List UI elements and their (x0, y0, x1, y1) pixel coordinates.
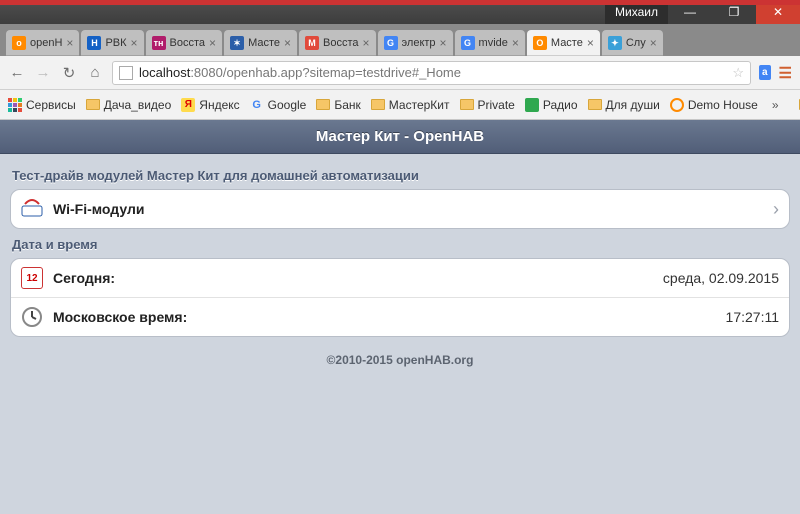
bookmark-star-icon[interactable]: ☆ (732, 65, 744, 81)
tab-favicon: тн (152, 36, 166, 50)
section-title-testdrive: Тест-драйв модулей Мастер Кит для домашн… (10, 160, 790, 189)
bookmark-label: МастерКит (389, 98, 450, 112)
tab-label: электр (402, 37, 436, 49)
openhab-footer: ©2010-2015 openHAB.org (10, 337, 790, 383)
bookmark-item[interactable]: Банк (316, 98, 360, 112)
tab-close-icon[interactable]: × (363, 36, 370, 50)
moscow-time-row: Московское время: 17:27:11 (11, 297, 789, 336)
browser-tab[interactable]: O Масте × (527, 30, 600, 56)
openhab-header: Мастер Кит - OpenHAB (0, 120, 800, 154)
bookmark-label: Для души (606, 98, 660, 112)
today-label: Сегодня: (53, 270, 115, 286)
chrome-menu-button[interactable]: ☰ (779, 64, 792, 82)
bookmark-label: Банк (334, 98, 360, 112)
tab-favicon: ✦ (608, 36, 622, 50)
bookmark-label: Яндекс (199, 98, 239, 112)
tab-favicon: H (87, 36, 101, 50)
tab-close-icon[interactable]: × (131, 36, 138, 50)
tab-favicon: o (12, 36, 26, 50)
tab-label: Слу (626, 37, 646, 49)
bookmarks-overflow[interactable]: » (772, 98, 779, 112)
bookmark-item[interactable]: GGoogle (250, 98, 307, 112)
browser-tab[interactable]: M Восста × (299, 30, 376, 56)
clock-icon (21, 306, 43, 328)
tab-favicon: G (461, 36, 475, 50)
section-title-datetime: Дата и время (10, 229, 790, 258)
today-row: 12 Сегодня: среда, 02.09.2015 (11, 259, 789, 297)
bookmark-item[interactable]: Дача_видео (86, 98, 172, 112)
browser-tab[interactable]: Gmvide × (455, 30, 525, 56)
home-button[interactable]: ⌂ (86, 64, 104, 81)
tab-close-icon[interactable]: × (284, 36, 291, 50)
browser-tab[interactable]: ✦ Слу × (602, 30, 663, 56)
tab-close-icon[interactable]: × (512, 36, 519, 50)
apps-icon (8, 98, 22, 112)
moscow-time-label: Московское время: (53, 309, 187, 325)
bookmark-label: Private (478, 98, 515, 112)
folder-icon (460, 99, 474, 110)
apps-label: Сервисы (26, 98, 76, 112)
url-host: localhost (139, 65, 190, 80)
calendar-icon: 12 (21, 267, 43, 289)
folder-icon (371, 99, 385, 110)
browser-tab[interactable]: ✶ Масте × (224, 30, 297, 56)
tab-favicon: G (384, 36, 398, 50)
browser-tab[interactable]: H РВК × (81, 30, 143, 56)
folder-icon (316, 99, 330, 110)
bookmark-item[interactable]: МастерКит (371, 98, 450, 112)
wifi-module-icon (21, 198, 43, 220)
chevron-right-icon: › (773, 199, 779, 220)
bookmark-label: Google (268, 98, 307, 112)
address-bar[interactable]: localhost:8080/openhab.app?sitemap=testd… (112, 61, 751, 85)
moscow-time-value: 17:27:11 (187, 309, 779, 325)
bookmarks-bar: Сервисы Дача_видео ЯЯндекс GGoogle Банк Маст… (0, 90, 800, 120)
apps-shortcut[interactable]: Сервисы (8, 98, 76, 112)
tab-label: Масте (248, 37, 280, 49)
bookmark-item[interactable]: ЯЯндекс (181, 98, 239, 112)
tab-close-icon[interactable]: × (209, 36, 216, 50)
tab-close-icon[interactable]: × (440, 36, 447, 50)
browser-tab[interactable]: oopenH × (6, 30, 79, 56)
bookmark-item[interactable]: Для души (588, 98, 660, 112)
wifi-modules-row[interactable]: Wi-Fi-модули › (11, 190, 789, 228)
bookmark-label: Дача_видео (104, 98, 172, 112)
browser-tab-strip: oopenH×HРВК×тнВосста×✶Масте×MВосста×Gэле… (0, 24, 800, 56)
bookmark-label: Demo House (688, 98, 758, 112)
bookmark-item[interactable]: Demo House (670, 98, 758, 112)
tab-favicon: ✶ (230, 36, 244, 50)
today-value: среда, 02.09.2015 (115, 270, 779, 286)
folder-icon (588, 99, 602, 110)
tab-label: Восста (323, 37, 359, 49)
tab-close-icon[interactable]: × (587, 36, 594, 50)
tab-label: РВК (105, 37, 126, 49)
page-icon (119, 66, 133, 80)
tab-close-icon[interactable]: × (66, 36, 73, 50)
bookmark-item[interactable]: Private (460, 98, 515, 112)
page-content: Мастер Кит - OpenHAB Тест-драйв модулей … (0, 120, 800, 514)
back-button[interactable]: ← (8, 64, 26, 81)
bookmark-label: Радио (543, 98, 578, 112)
browser-tab[interactable]: Gэлектр × (378, 30, 453, 56)
browser-tab[interactable]: тн Восста× (146, 30, 223, 56)
browser-toolbar: ← → ↻ ⌂ localhost:8080/openhab.app?sitem… (0, 56, 800, 90)
tab-label: Восста (170, 37, 206, 49)
tab-favicon: M (305, 36, 319, 50)
reload-button[interactable]: ↻ (60, 64, 78, 82)
url-path: :8080/openhab.app?sitemap=testdrive#_Hom… (190, 65, 461, 80)
tab-favicon: O (533, 36, 547, 50)
folder-icon (86, 99, 100, 110)
tab-close-icon[interactable]: × (650, 36, 657, 50)
bookmark-item[interactable]: Радио (525, 98, 578, 112)
translate-icon[interactable]: a (759, 65, 771, 80)
forward-button[interactable]: → (34, 64, 52, 81)
tab-label: mvide (479, 37, 508, 49)
tab-label: Масте (551, 37, 583, 49)
wifi-modules-label: Wi-Fi-модули (53, 201, 144, 217)
tab-label: openH (30, 37, 62, 49)
